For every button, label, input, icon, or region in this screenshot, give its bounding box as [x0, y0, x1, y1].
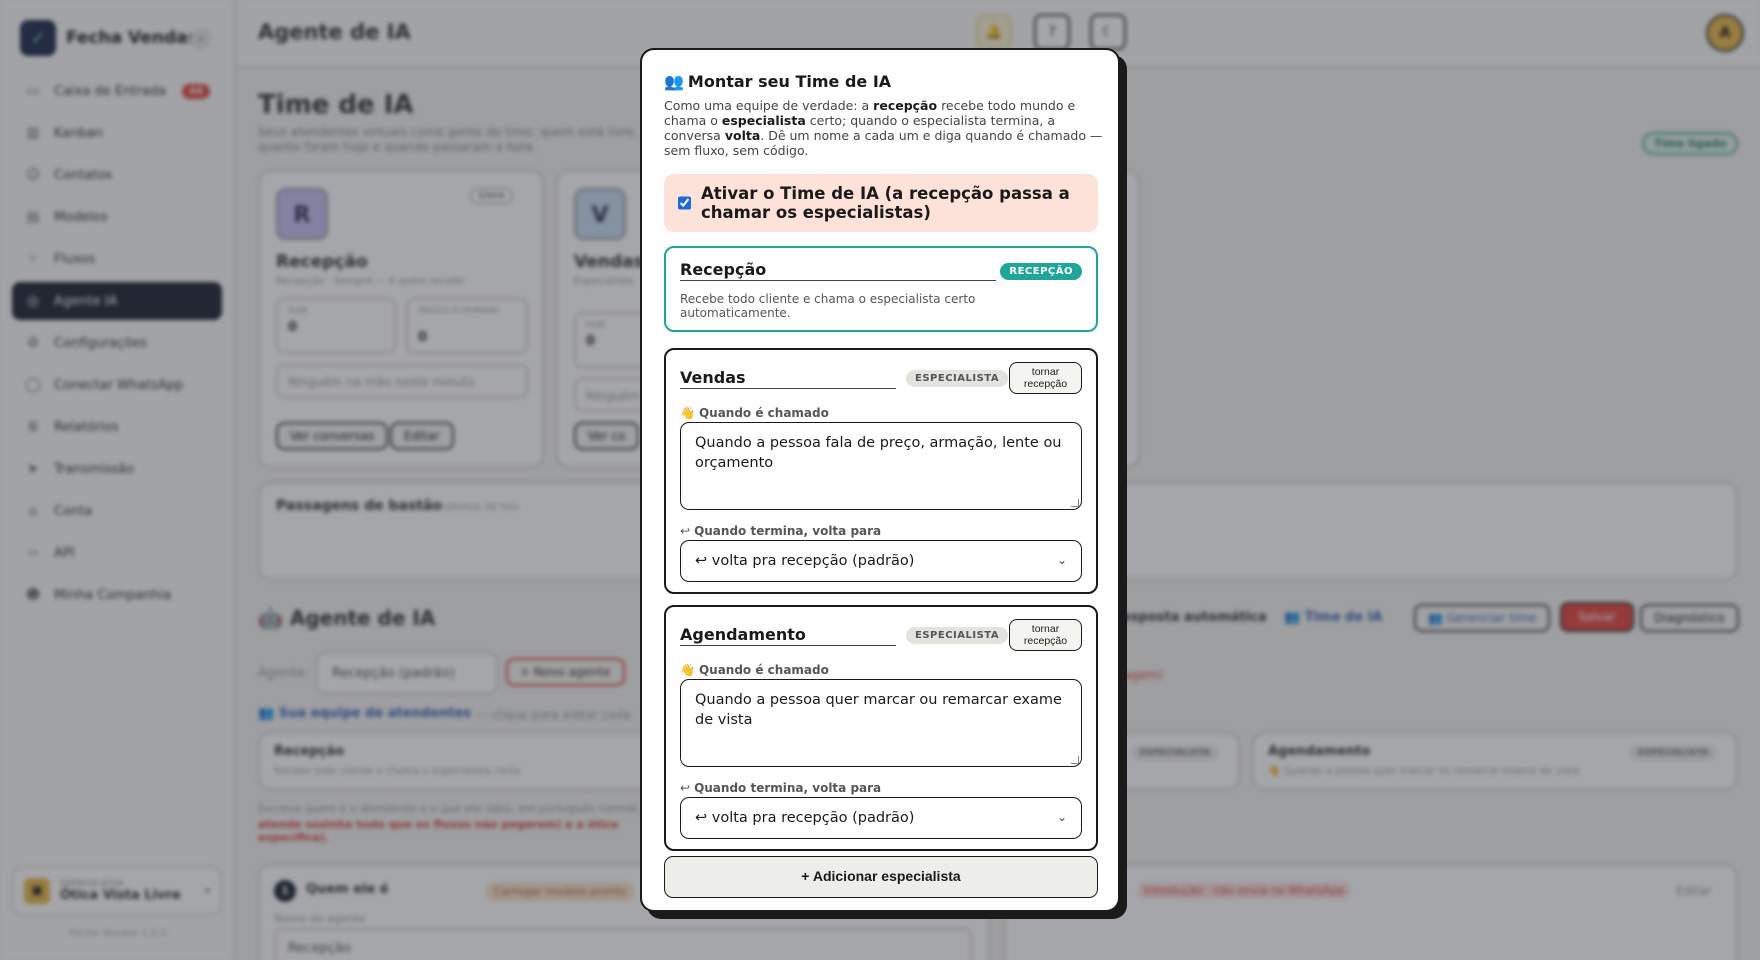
- return-select[interactable]: ↩ volta pra recepção (padrão) ⌄: [680, 540, 1082, 582]
- team-toggle-label: Ativar o Time de IA (a recepção passa a …: [701, 184, 1070, 222]
- team-setup-modal: 👥 Montar seu Time de IA Como uma equipe d…: [640, 48, 1120, 912]
- resize-handle-icon[interactable]: [1071, 499, 1079, 507]
- wave-icon: 👋: [680, 663, 695, 677]
- reception-name-input[interactable]: [680, 260, 996, 281]
- team-icon: 👥: [664, 72, 684, 91]
- team-toggle-box[interactable]: Ativar o Time de IA (a recepção passa a …: [664, 174, 1098, 232]
- reception-card: RECEPÇÃO Recebe todo cliente e chama o e…: [664, 246, 1098, 332]
- specialist-card-sales: ESPECIALISTA tornar recepção 👋Quando é c…: [664, 348, 1098, 594]
- desc-bold: recepção: [873, 98, 938, 113]
- return-select-value: ↩ volta pra recepção (padrão): [695, 553, 915, 569]
- trigger-textarea[interactable]: Quando a pessoa quer marcar ou remarcar …: [680, 679, 1082, 767]
- chevron-down-icon: ⌄: [1056, 810, 1067, 824]
- specialist-badge: ESPECIALISTA: [906, 627, 1009, 644]
- desc-bold: especialista: [721, 113, 806, 128]
- return-select-value: ↩ volta pra recepção (padrão): [695, 810, 915, 826]
- specialist-card-scheduling: ESPECIALISTA tornar recepção 👋Quando é c…: [664, 605, 1098, 851]
- return-label-text: Quando termina, volta para: [694, 524, 882, 538]
- specialist-name-input[interactable]: [680, 625, 896, 646]
- trigger-label: 👋 Quando é chamado: [680, 663, 829, 677]
- specialist-badge: ESPECIALISTA: [906, 370, 1009, 387]
- modal-description: Como uma equipe de verdade: a recepção r…: [664, 98, 1104, 158]
- trigger-label: 👋 Quando é chamado: [680, 406, 829, 420]
- trigger-text: Quando a pessoa fala de preço, armação, …: [695, 435, 1062, 471]
- reception-description: Recebe todo cliente e chama o especialis…: [680, 292, 976, 320]
- specialist-name-input[interactable]: [680, 368, 896, 389]
- reception-badge: RECEPÇÃO: [1000, 263, 1082, 280]
- resize-handle-icon[interactable]: [1071, 756, 1079, 764]
- return-label: ↩ Quando termina, volta para: [680, 524, 881, 538]
- return-arrow-icon: ↩: [680, 524, 691, 538]
- modal-title: 👥 Montar seu Time de IA: [664, 72, 891, 91]
- desc-part: Como uma equipe de verdade: a: [664, 98, 874, 113]
- trigger-text: Quando a pessoa quer marcar ou remarcar …: [695, 692, 1062, 728]
- chevron-down-icon: ⌄: [1056, 553, 1067, 567]
- return-label: ↩ Quando termina, volta para: [680, 781, 881, 795]
- trigger-textarea[interactable]: Quando a pessoa fala de preço, armação, …: [680, 422, 1082, 510]
- desc-bold: volta: [724, 128, 761, 143]
- return-arrow-icon: ↩: [680, 781, 691, 795]
- modal-title-text: Montar seu Time de IA: [687, 72, 892, 91]
- wave-icon: 👋: [680, 406, 695, 420]
- make-reception-button[interactable]: tornar recepção: [1009, 619, 1082, 651]
- add-specialist-button[interactable]: + Adicionar especialista: [664, 856, 1098, 898]
- return-label-text: Quando termina, volta para: [694, 781, 882, 795]
- trigger-label-text: Quando é chamado: [698, 406, 829, 420]
- make-reception-button[interactable]: tornar recepção: [1009, 362, 1082, 394]
- trigger-label-text: Quando é chamado: [698, 663, 829, 677]
- return-select[interactable]: ↩ volta pra recepção (padrão) ⌄: [680, 797, 1082, 839]
- team-toggle-checkbox[interactable]: [678, 196, 691, 210]
